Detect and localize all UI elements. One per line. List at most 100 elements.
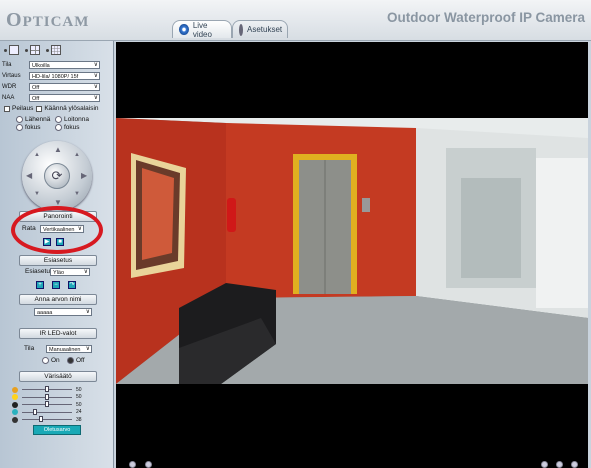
camera-lens-icon: [179, 24, 189, 35]
layout-9-option[interactable]: [46, 45, 61, 55]
ir-mode-select[interactable]: Manuaalinen: [46, 344, 92, 353]
name-select[interactable]: aaaaa: [34, 307, 92, 316]
audio-icon[interactable]: [541, 461, 548, 468]
arrow-left-icon[interactable]: ◀: [26, 171, 32, 180]
zoom-out-button[interactable]: [55, 116, 62, 123]
camera-feed-image: [116, 118, 588, 384]
header-bar: OPTICAM Live video Asetukset Outdoor Wat…: [0, 0, 591, 41]
color-slider-handle[interactable]: [45, 386, 49, 392]
color-slider-value: 50: [76, 386, 82, 393]
control-sidebar: TilaUlkoilla VirtausHD-lila/ 1080P/ 15f …: [0, 41, 114, 468]
layout-4-option[interactable]: [25, 45, 40, 55]
radio-dot-icon: [4, 48, 7, 52]
color-slider-track[interactable]: [22, 401, 72, 407]
gear-icon: [239, 23, 243, 36]
radio-dot-icon: [25, 48, 28, 52]
nine-view-icon: [51, 45, 61, 55]
app-window: OPTICAM Live video Asetukset Outdoor Wat…: [0, 0, 591, 468]
name-row: aaaaa: [34, 307, 92, 316]
zoom-in-label: Lähennä: [25, 116, 51, 123]
video-toolbar: [116, 460, 588, 468]
layout-switcher: [4, 45, 61, 55]
talk-icon[interactable]: [556, 461, 563, 468]
zoom-in-button[interactable]: [16, 116, 23, 123]
color-slider-row: 50: [12, 393, 82, 401]
preset-row: Esiasetus Yläo: [25, 267, 90, 276]
setting-label: Tila: [2, 61, 12, 68]
arrow-up-right-icon[interactable]: ▲: [74, 152, 80, 158]
ir-mode-row: Tila Manuaalinen: [24, 344, 92, 353]
single-view-icon: [9, 45, 19, 55]
logo-first-letter: O: [6, 9, 23, 31]
color-slider-track[interactable]: [22, 408, 72, 415]
ir-onoff-row: On Off: [42, 356, 85, 365]
color-slider-track[interactable]: [22, 393, 72, 400]
color-slider-value: 38: [76, 416, 82, 423]
setting-row-naa: NAA Off: [2, 93, 100, 102]
flip-options: Peilaus Käännä ylösalaisin: [4, 104, 99, 113]
color-slider-track[interactable]: [22, 416, 72, 422]
ir-on-label: On: [51, 357, 60, 364]
arrow-up-icon[interactable]: ▲: [54, 145, 62, 154]
fullscreen-icon[interactable]: [571, 461, 578, 468]
flip-checkbox[interactable]: [36, 105, 43, 112]
tab-live-video[interactable]: Live video: [172, 20, 232, 39]
mode-select[interactable]: Ulkoilla: [29, 60, 100, 69]
color-slider-handle[interactable]: [39, 416, 44, 422]
preset-remove-button[interactable]: −: [52, 280, 60, 289]
ir-mode-label: Tila: [24, 345, 35, 352]
ir-off-label: Off: [76, 357, 85, 364]
page-title: Outdoor Waterproof IP Camera: [386, 10, 585, 25]
arrow-right-icon[interactable]: ▶: [81, 171, 87, 180]
color-slider-row: 38: [12, 416, 82, 423]
arrow-down-right-icon[interactable]: ▼: [74, 191, 80, 197]
naa-select[interactable]: Off: [29, 93, 100, 102]
mirror-checkbox[interactable]: [4, 105, 10, 112]
default-button[interactable]: Oletusarvo: [33, 425, 81, 435]
setting-label: Virtaus: [2, 72, 21, 79]
focus-near-button[interactable]: [16, 124, 23, 131]
wdr-select[interactable]: Off: [29, 82, 100, 91]
snapshot-icon[interactable]: [145, 461, 152, 468]
preset-select[interactable]: Yläo: [50, 267, 90, 276]
highlight-circle: [11, 206, 103, 254]
color-section-header: Värisäätö: [19, 371, 97, 382]
saturation-icon: [12, 401, 18, 408]
color-slider-handle[interactable]: [45, 401, 49, 407]
ptz-joystick[interactable]: ▲ ▼ ◀ ▶ ▲ ▲ ▼ ▼ ⟳: [22, 141, 92, 211]
ir-section-header: IR LED-valot: [19, 328, 97, 339]
focus-far-button[interactable]: [55, 124, 62, 131]
color-slider-track[interactable]: [22, 386, 72, 392]
tab-settings[interactable]: Asetukset: [232, 20, 288, 38]
quad-view-icon: [30, 45, 40, 55]
logo-rest: PTICAM: [22, 14, 90, 30]
preset-add-button[interactable]: +: [36, 280, 44, 289]
color-slider-handle[interactable]: [45, 393, 49, 400]
radio-dot-icon: [46, 48, 49, 52]
setting-row-wdr: WDR Off: [2, 82, 100, 91]
preset-label: Esiasetus: [25, 268, 54, 275]
color-slider-row: 50: [12, 386, 82, 393]
setting-label: WDR: [2, 83, 17, 90]
ir-on-radio[interactable]: [42, 357, 49, 364]
layout-1-option[interactable]: [4, 45, 19, 55]
ptz-center-icon[interactable]: ⟳: [44, 163, 70, 189]
stream-select[interactable]: HD-lila/ 1080P/ 15f: [29, 71, 100, 80]
color-slider-handle[interactable]: [33, 408, 38, 415]
ir-off-radio[interactable]: [67, 357, 74, 364]
name-section-header: Anna arvon nimi: [19, 294, 97, 305]
setting-row-mode: Tila Ulkoilla: [2, 60, 100, 69]
setting-label: NAA: [2, 94, 15, 101]
arrow-down-left-icon[interactable]: ▼: [34, 191, 40, 197]
record-icon[interactable]: [129, 461, 136, 468]
tab-settings-label: Asetukset: [247, 25, 283, 34]
sharpness-icon: [12, 416, 18, 423]
focus-far-label: fokus: [64, 124, 80, 131]
tab-live-video-label: Live video: [192, 20, 212, 39]
color-slider-value: 24: [76, 409, 82, 415]
preset-goto-button[interactable]: ↷: [68, 280, 76, 289]
mirror-label: Peilaus: [12, 105, 34, 112]
live-video-view[interactable]: [116, 42, 588, 460]
logo: OPTICAM: [6, 9, 89, 32]
arrow-up-left-icon[interactable]: ▲: [34, 152, 40, 158]
